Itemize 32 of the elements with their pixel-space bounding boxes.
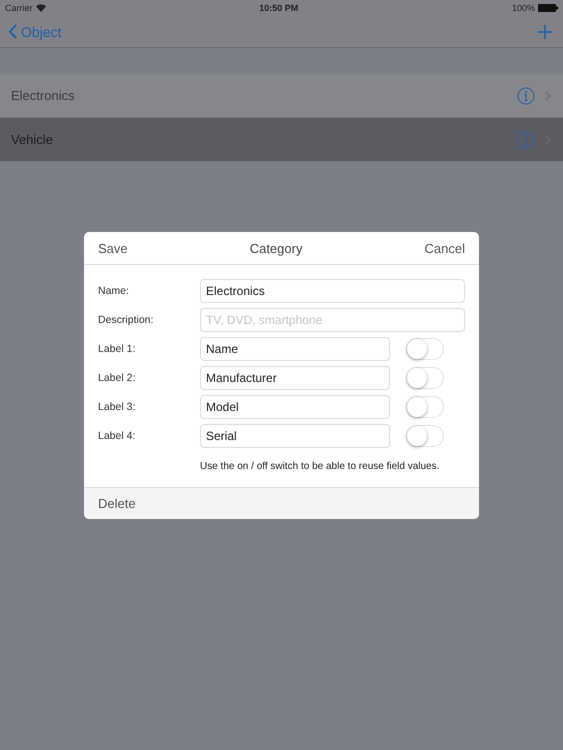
- toggle-switch[interactable]: [406, 338, 444, 360]
- field-label: Name:: [98, 285, 130, 297]
- carrier-label: Carrier: [5, 3, 33, 13]
- delete-button[interactable]: Delete: [98, 496, 136, 511]
- toggle-switch[interactable]: [406, 367, 444, 389]
- text-field[interactable]: Model: [200, 395, 390, 419]
- text-field[interactable]: Manufacturer: [200, 366, 390, 390]
- field-label: Label 4:: [98, 430, 136, 442]
- battery-icon: [538, 4, 558, 12]
- toggle-switch[interactable]: [406, 396, 444, 418]
- hint-text: Use the on / off switch to be able to reuse field values.: [200, 461, 440, 472]
- field-label: Label 1:: [98, 343, 136, 355]
- row-label: Electronics: [11, 88, 75, 103]
- text-field[interactable]: TV, DVD, smartphone: [200, 308, 465, 332]
- wifi-icon: [36, 4, 46, 12]
- field-label: Label 2:: [98, 372, 136, 384]
- text-field[interactable]: Serial: [200, 424, 390, 448]
- add-button[interactable]: [537, 24, 553, 40]
- toggle-switch[interactable]: [406, 425, 444, 447]
- text-field[interactable]: Electronics: [200, 279, 465, 303]
- info-icon[interactable]: [517, 130, 535, 148]
- cancel-button[interactable]: Cancel: [424, 240, 465, 256]
- field-label: Description:: [98, 314, 154, 326]
- clock: 10:50 PM: [259, 3, 298, 13]
- dialog-title: Category: [250, 240, 302, 256]
- info-icon[interactable]: [517, 86, 535, 104]
- battery-percent: 100%: [512, 3, 535, 13]
- row-label: Vehicle: [11, 132, 53, 147]
- save-button[interactable]: Save: [98, 240, 128, 256]
- text-field[interactable]: Name: [200, 337, 390, 361]
- field-label: Label 3:: [98, 401, 136, 413]
- chevron-icon: [8, 24, 17, 39]
